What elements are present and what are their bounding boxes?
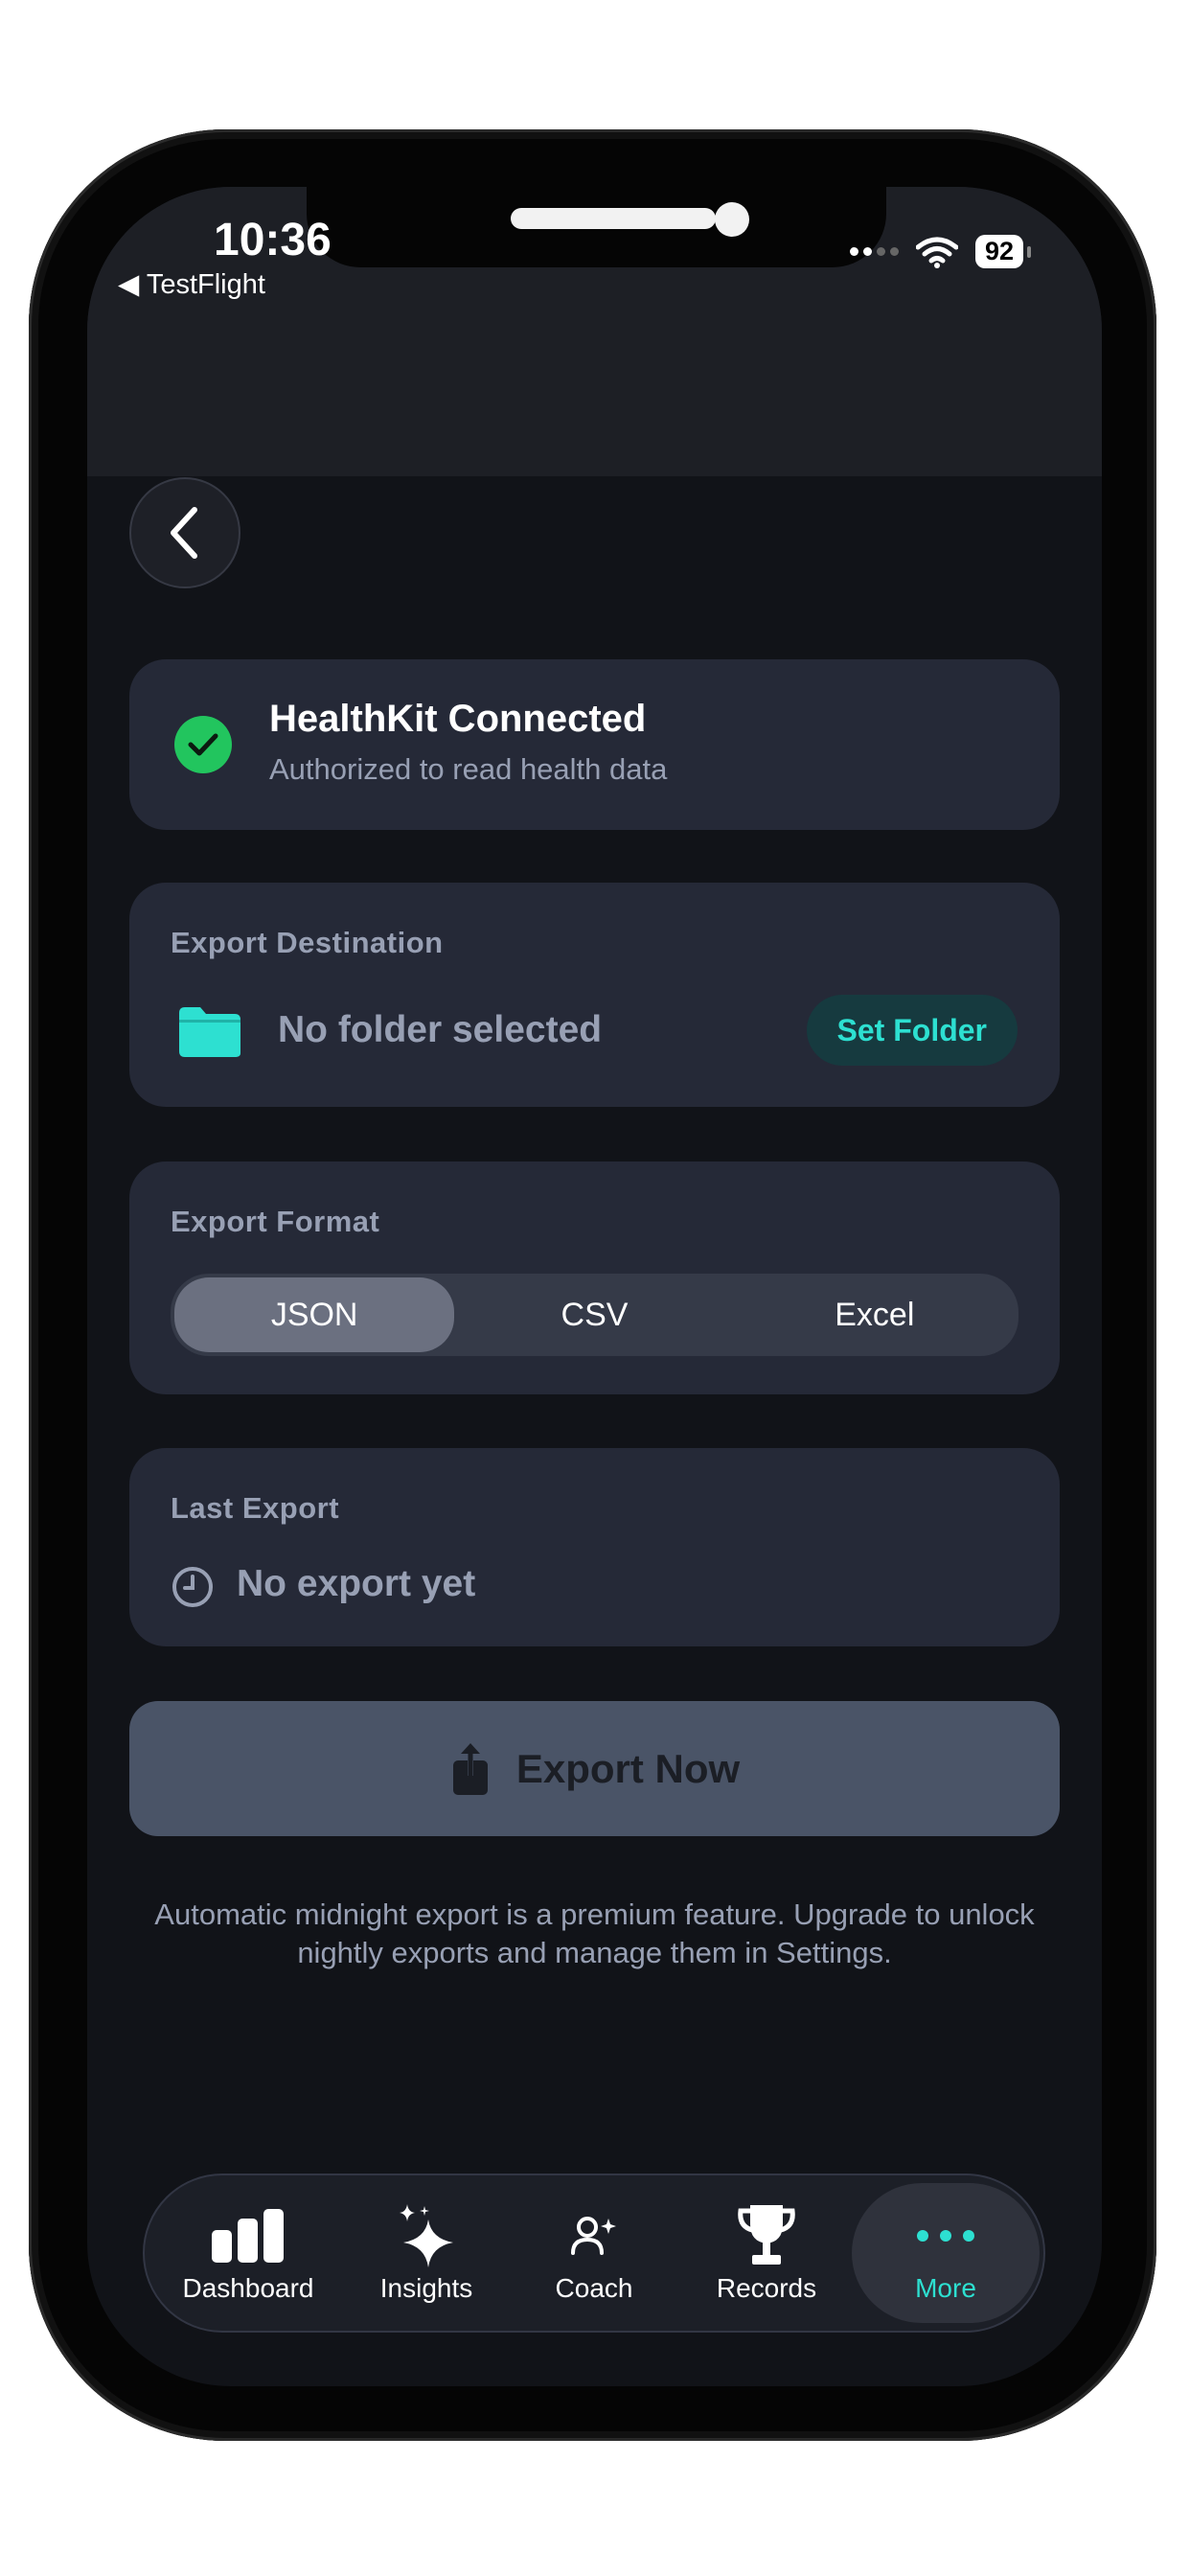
- healthkit-title: HealthKit Connected: [269, 698, 647, 740]
- premium-note: Automatic midnight export is a premium f…: [154, 1898, 1035, 1969]
- clock-icon: [172, 1567, 213, 1607]
- tab-coach[interactable]: Coach: [514, 2175, 675, 2331]
- last-export-label: Last Export: [171, 1491, 340, 1525]
- export-format-label: Export Format: [171, 1205, 380, 1238]
- tab-more-label: More: [915, 2273, 976, 2303]
- status-time: 10:36: [214, 215, 332, 265]
- ellipsis-icon: [917, 2230, 974, 2242]
- status-indicators: 92: [849, 235, 1032, 268]
- export-destination-label: Export Destination: [171, 926, 444, 959]
- tab-dashboard-label: Dashboard: [182, 2273, 314, 2303]
- signal-icon: [849, 247, 899, 256]
- format-option-json[interactable]: JSON: [174, 1277, 455, 1352]
- tab-records-label: Records: [716, 2273, 817, 2303]
- export-now-button[interactable]: Export Now: [129, 1701, 1060, 1836]
- healthkit-subtitle: Authorized to read health data: [269, 752, 668, 786]
- last-export-card: Last Export No export yet: [129, 1448, 1060, 1646]
- sparkles-icon: [400, 2204, 453, 2267]
- person-sparkle-icon: [571, 2217, 616, 2255]
- tab-bar: Dashboard Insights Coach Records More: [143, 2174, 1045, 2333]
- export-now-label: Export Now: [515, 1745, 741, 1791]
- camera: [715, 202, 749, 237]
- app-screen: 10:36 ◀ TestFlight 92 HealthKit Connecte…: [87, 187, 1102, 2386]
- tab-coach-label: Coach: [555, 2273, 633, 2303]
- notch: [307, 187, 886, 267]
- bar-chart-icon: [212, 2209, 284, 2263]
- tab-more[interactable]: More: [852, 2183, 1040, 2323]
- destination-value: No folder selected: [278, 1009, 603, 1050]
- trophy-icon: [738, 2205, 795, 2265]
- chevron-left-icon: [171, 507, 197, 559]
- last-export-value: No export yet: [237, 1563, 476, 1604]
- back-to-testflight[interactable]: ◀ TestFlight: [118, 267, 265, 301]
- speaker: [511, 208, 716, 229]
- checkmark-icon: [174, 716, 232, 773]
- format-option-excel[interactable]: Excel: [735, 1277, 1015, 1352]
- tab-records[interactable]: Records: [681, 2175, 852, 2331]
- export-destination-card: Export Destination No folder selected Se…: [129, 883, 1060, 1107]
- folder-icon: [179, 1007, 240, 1057]
- healthkit-status-card: HealthKit Connected Authorized to read h…: [129, 659, 1060, 830]
- export-format-card: Export Format JSON CSV Excel: [129, 1162, 1060, 1394]
- tab-dashboard[interactable]: Dashboard: [158, 2175, 338, 2331]
- format-option-csv[interactable]: CSV: [454, 1277, 734, 1352]
- wifi-icon: [915, 237, 958, 268]
- tab-insights-label: Insights: [379, 2273, 473, 2303]
- back-button[interactable]: [129, 477, 240, 588]
- format-segmented-control: JSON CSV Excel: [171, 1274, 1018, 1356]
- battery-indicator: 92: [974, 235, 1032, 268]
- share-icon: [452, 1742, 488, 1795]
- set-folder-button[interactable]: Set Folder: [806, 995, 1018, 1066]
- tab-insights[interactable]: Insights: [346, 2175, 507, 2331]
